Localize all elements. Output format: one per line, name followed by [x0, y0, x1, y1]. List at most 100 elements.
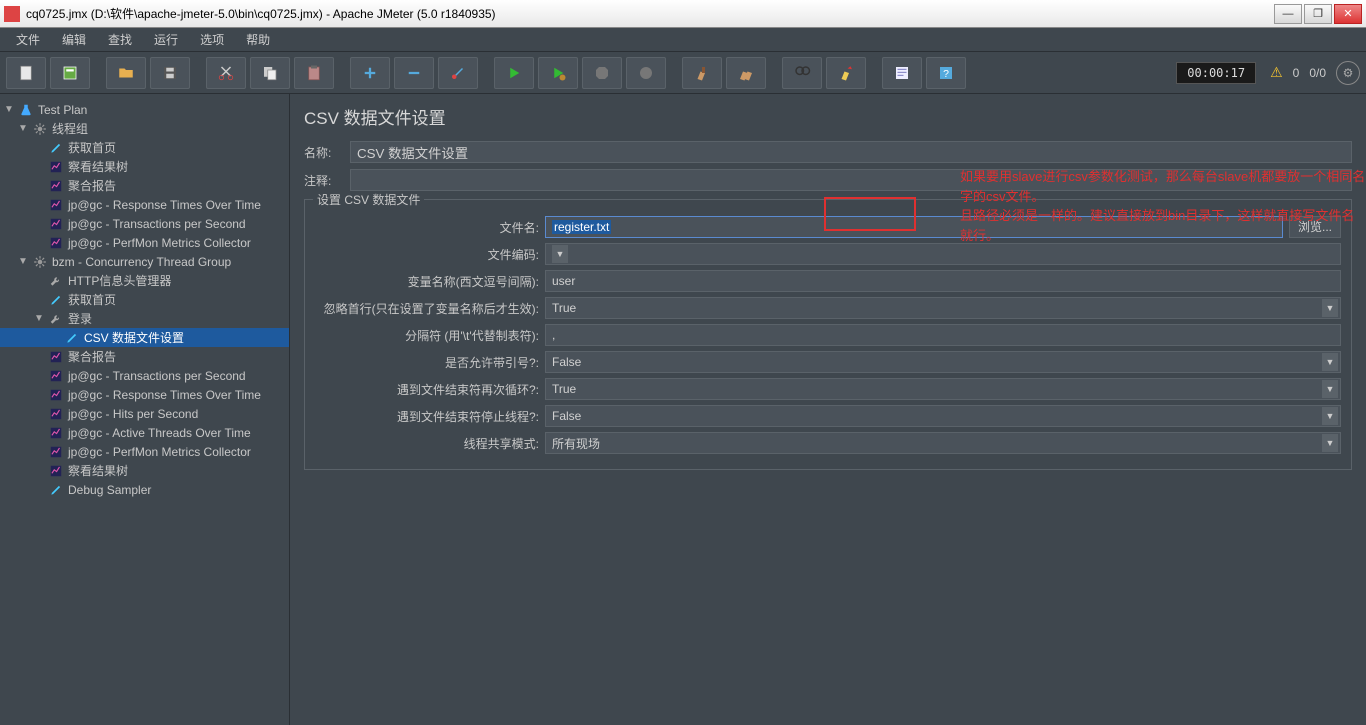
tree-node-8[interactable]: ▼ bzm - Concurrency Thread Group [0, 252, 289, 271]
fieldset-label: 设置 CSV 数据文件 [313, 191, 424, 208]
chart-icon [48, 216, 64, 232]
browse-button[interactable]: 浏览... [1289, 216, 1341, 238]
templates-button[interactable] [50, 57, 90, 89]
tree-label: 获取首页 [68, 291, 116, 308]
tree-node-2[interactable]: 获取首页 [0, 138, 289, 157]
start-no-pause-button[interactable] [538, 57, 578, 89]
function-helper-button[interactable] [882, 57, 922, 89]
open-button[interactable] [106, 57, 146, 89]
field-label-7: 遇到文件结束符停止线程?: [315, 408, 545, 425]
chart-icon [48, 368, 64, 384]
field-label-5: 是否允许带引号?: [315, 354, 545, 371]
tree-node-10[interactable]: 获取首页 [0, 290, 289, 309]
field-input-1[interactable]: ▼ [545, 243, 1341, 265]
menu-运行[interactable]: 运行 [144, 28, 188, 51]
tree-label: 察看结果树 [68, 158, 128, 175]
warning-icon[interactable]: ⚠ [1270, 64, 1283, 81]
menu-编辑[interactable]: 编辑 [52, 28, 96, 51]
collapse-button[interactable] [394, 57, 434, 89]
thread-count: 0/0 [1309, 66, 1326, 80]
tree-node-14[interactable]: jp@gc - Transactions per Second [0, 366, 289, 385]
expand-button[interactable] [350, 57, 390, 89]
tree-arrow-icon[interactable]: ▼ [4, 104, 14, 115]
close-button[interactable]: ✕ [1334, 4, 1362, 24]
dropdown-arrow-icon[interactable]: ▼ [1322, 299, 1338, 317]
tree-node-4[interactable]: 聚合报告 [0, 176, 289, 195]
test-plan-tree[interactable]: ▼Test Plan▼线程组获取首页察看结果树聚合报告jp@gc - Respo… [0, 94, 290, 725]
tree-node-3[interactable]: 察看结果树 [0, 157, 289, 176]
start-button[interactable] [494, 57, 534, 89]
dropdown-arrow-icon[interactable]: ▼ [1322, 407, 1338, 425]
comment-label: 注释: [304, 172, 344, 189]
menu-查找[interactable]: 查找 [98, 28, 142, 51]
field-input-4[interactable]: , [545, 324, 1341, 346]
gear-icon [32, 254, 48, 270]
field-label-0: 文件名: [315, 219, 545, 236]
clear-button[interactable] [682, 57, 722, 89]
field-label-1: 文件编码: [315, 246, 545, 263]
tree-label: jp@gc - Transactions per Second [68, 217, 246, 231]
new-button[interactable] [6, 57, 46, 89]
app-icon [4, 6, 20, 22]
field-input-2[interactable]: user [545, 270, 1341, 292]
tree-label: jp@gc - Hits per Second [68, 407, 198, 421]
menu-帮助[interactable]: 帮助 [236, 28, 280, 51]
chart-icon [48, 159, 64, 175]
tree-node-13[interactable]: 聚合报告 [0, 347, 289, 366]
chart-icon [48, 463, 64, 479]
tree-arrow-icon[interactable]: ▼ [34, 313, 44, 324]
dropdown-arrow-icon[interactable]: ▼ [1322, 434, 1338, 452]
search-button[interactable] [782, 57, 822, 89]
tree-node-9[interactable]: HTTP信息头管理器 [0, 271, 289, 290]
tree-label: 登录 [68, 310, 92, 327]
stop-button[interactable] [582, 57, 622, 89]
tree-node-11[interactable]: ▼ 登录 [0, 309, 289, 328]
name-input[interactable] [350, 141, 1352, 163]
tree-node-19[interactable]: 察看结果树 [0, 461, 289, 480]
tree-label: 获取首页 [68, 139, 116, 156]
shutdown-button[interactable] [626, 57, 666, 89]
tree-node-12[interactable]: CSV 数据文件设置 [0, 328, 289, 347]
tree-node-6[interactable]: jp@gc - Transactions per Second [0, 214, 289, 233]
field-input-6[interactable]: True▼ [545, 378, 1341, 400]
comment-input[interactable] [350, 169, 1352, 191]
reset-search-button[interactable] [826, 57, 866, 89]
tree-node-16[interactable]: jp@gc - Hits per Second [0, 404, 289, 423]
menu-选项[interactable]: 选项 [190, 28, 234, 51]
save-button[interactable] [150, 57, 190, 89]
help-button[interactable]: ? [926, 57, 966, 89]
tree-node-1[interactable]: ▼线程组 [0, 119, 289, 138]
tree-label: bzm - Concurrency Thread Group [52, 255, 231, 269]
field-input-0[interactable]: register.txt [545, 216, 1283, 238]
tree-node-7[interactable]: jp@gc - PerfMon Metrics Collector [0, 233, 289, 252]
field-input-5[interactable]: False▼ [545, 351, 1341, 373]
chart-icon [48, 235, 64, 251]
dropdown-arrow-icon[interactable]: ▼ [1322, 353, 1338, 371]
window-title: cq0725.jmx (D:\软件\apache-jmeter-5.0\bin\… [26, 5, 1274, 22]
field-input-3[interactable]: True▼ [545, 297, 1341, 319]
clear-all-button[interactable] [726, 57, 766, 89]
tree-node-18[interactable]: jp@gc - PerfMon Metrics Collector [0, 442, 289, 461]
minimize-button[interactable]: — [1274, 4, 1302, 24]
copy-button[interactable] [250, 57, 290, 89]
field-input-7[interactable]: False▼ [545, 405, 1341, 427]
field-input-8[interactable]: 所有现场▼ [545, 432, 1341, 454]
maximize-button[interactable]: ❐ [1304, 4, 1332, 24]
tree-node-17[interactable]: jp@gc - Active Threads Over Time [0, 423, 289, 442]
menu-文件[interactable]: 文件 [6, 28, 50, 51]
toggle-button[interactable] [438, 57, 478, 89]
tree-node-5[interactable]: jp@gc - Response Times Over Time [0, 195, 289, 214]
tree-arrow-icon[interactable]: ▼ [18, 123, 28, 134]
tree-node-20[interactable]: Debug Sampler [0, 480, 289, 499]
dropdown-arrow-icon[interactable]: ▼ [552, 245, 568, 263]
tree-label: jp@gc - Response Times Over Time [68, 198, 261, 212]
tree-arrow-icon[interactable]: ▼ [18, 256, 28, 267]
paste-button[interactable] [294, 57, 334, 89]
field-label-2: 变量名称(西文逗号间隔): [315, 273, 545, 290]
tree-node-0[interactable]: ▼Test Plan [0, 100, 289, 119]
cut-button[interactable] [206, 57, 246, 89]
tree-label: Debug Sampler [68, 483, 151, 497]
tree-node-15[interactable]: jp@gc - Response Times Over Time [0, 385, 289, 404]
dropdown-arrow-icon[interactable]: ▼ [1322, 380, 1338, 398]
panel-title: CSV 数据文件设置 [304, 104, 1352, 129]
